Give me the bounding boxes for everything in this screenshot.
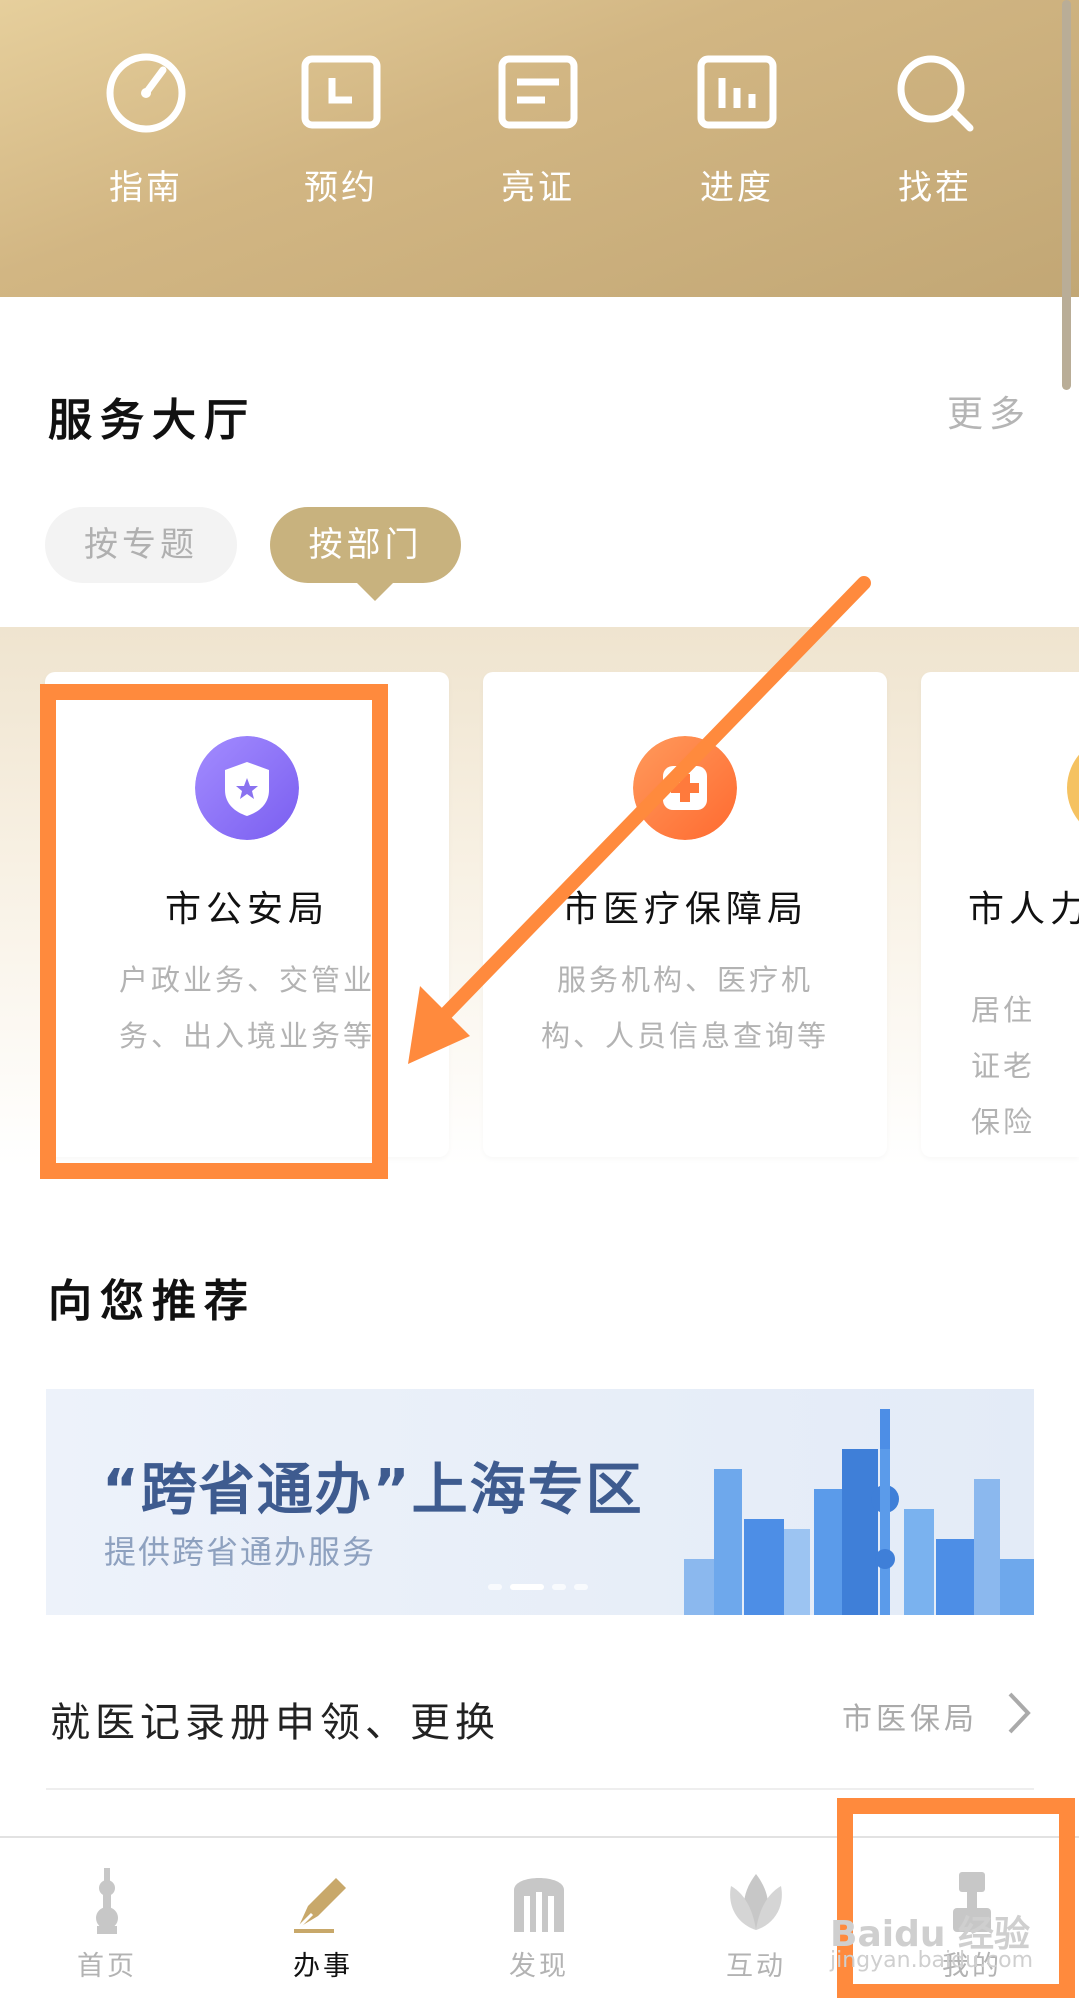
tab-label: 办事 [293,1951,353,1982]
department-card-police[interactable]: 市公安局 户政业务、交管业务、出入境业务等 [45,672,449,1157]
quick-action-bar: 指南 预约 亮证 进度 找茬 [0,0,1079,297]
quick-item-guide[interactable]: 指南 [76,48,216,209]
progress-chart-icon [697,55,777,129]
quick-item-progress[interactable]: 进度 [667,48,807,209]
banner-subtitle: 提供跨省通办服务 [104,1533,377,1571]
search-icon [897,55,974,132]
department-description: 居住证老保险 [971,993,1036,1139]
tab-services[interactable]: 办事 [258,1866,388,1983]
quick-item-label: 进度 [700,168,774,208]
arch-building-icon [514,1878,564,1932]
tab-label: 发现 [509,1951,569,1982]
department-name: 市人力 [968,889,1079,930]
police-shield-icon [195,736,299,840]
tab-label: 首页 [77,1951,137,1982]
medical-cross-icon [633,736,737,840]
promo-banner[interactable]: “跨省通办”上海专区 提供跨省通办服务 [46,1389,1034,1615]
quick-item-label: 指南 [109,168,183,208]
carousel-indicator [488,1575,596,1594]
more-link[interactable]: 更多 [947,385,1031,437]
filter-by-department[interactable]: 按部门 [270,507,461,601]
scrollbar-thumb[interactable] [1062,0,1071,390]
service-hall-title: 服务大厅 [48,395,256,446]
gauge-icon [106,53,186,133]
pearl-tower-icon [96,1868,118,1934]
tab-interact[interactable]: 互动 [691,1866,821,1983]
department-description: 服务机构、医疗机构、人员信息查询等 [540,963,829,1053]
magnolia-icon [730,1874,782,1930]
tab-home[interactable]: 首页 [42,1866,172,1983]
quick-item-label: 找茬 [898,168,972,208]
quick-item-show-id[interactable]: 亮证 [468,48,608,209]
service-item-title: 就医记录册申领、更换 [50,1700,500,1746]
recommend-title: 向您推荐 [48,1276,256,1327]
hr-icon [1067,754,1079,822]
department-name: 市医疗保障局 [561,889,808,930]
filter-by-topic[interactable]: 按专题 [45,507,237,583]
banner-title: “跨省通办”上海专区 [102,1458,644,1523]
department-name: 市公安局 [164,889,329,930]
tab-label: 互动 [726,1951,786,1982]
service-list-item[interactable]: 就医记录册申领、更换 市医保局 [46,1680,1034,1790]
city-skyline-illustration [684,1409,1034,1615]
quick-item-appointment[interactable]: 预约 [271,48,411,209]
calendar-icon [301,55,381,129]
quick-item-label: 预约 [304,168,378,208]
watermark-url: jingyan.baidu.com [830,1948,1034,1973]
chevron-right-icon [1008,1692,1031,1734]
service-item-department: 市医保局 [842,1702,978,1737]
tab-discover[interactable]: 发现 [474,1866,604,1983]
department-card-medical[interactable]: 市医疗保障局 服务机构、医疗机构、人员信息查询等 [483,672,887,1157]
pen-icon [294,1878,346,1933]
quick-item-find-fault[interactable]: 找茬 [865,48,1005,209]
id-card-icon [498,55,578,129]
department-description: 户政业务、交管业务、出入境业务等 [118,963,375,1053]
department-card-hr[interactable]: 市人力 居住证老保险 [921,672,1079,1157]
quick-item-label: 亮证 [501,168,575,208]
